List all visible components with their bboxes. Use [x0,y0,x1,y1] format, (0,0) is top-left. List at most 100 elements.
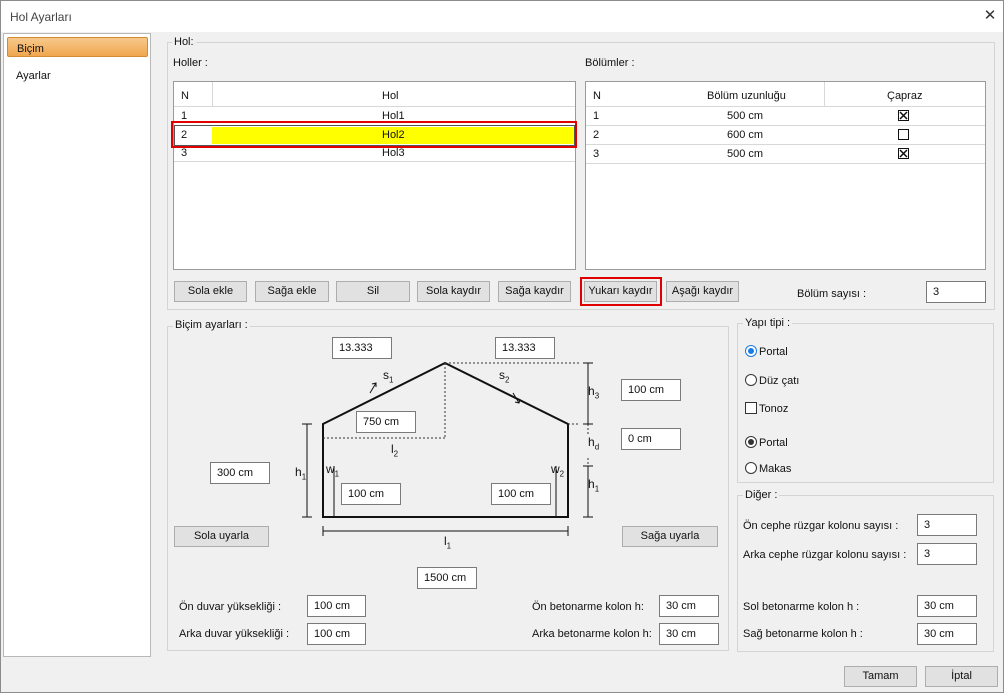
l1-sub: 1 [446,541,452,551]
w2-sub: 2 [559,469,565,479]
portal-structure-radio-label: Portal [759,437,788,449]
sol-kolon-input[interactable]: 30 cm [917,595,977,617]
saga-ekle-button[interactable]: Sağa ekle [255,281,329,302]
dialog-window: Hol Ayarları ✕ Biçim Ayarlar Hol: Holler… [0,0,1004,693]
column-divider [824,82,825,106]
on-duvar-label: Ön duvar yüksekliği : [179,601,282,613]
l2-label: l2 [391,442,398,458]
sidebar-item-label: Biçim [17,43,44,55]
s2-sub: 2 [505,375,510,385]
table-row[interactable]: 3 500 cm [586,145,985,164]
row-n: 2 [593,129,600,141]
yapi-tipi-label: Yapı tipi : [743,317,793,329]
holler-label: Holler : [173,57,208,69]
table-row[interactable]: 1 500 cm [586,107,985,126]
duz-cati-radio-label: Düz çatı [759,375,800,387]
h3-input[interactable]: 100 cm [621,379,681,401]
w2-letter: w [551,462,560,476]
saga-kaydir-button[interactable]: Sağa kaydır [498,281,571,302]
column-divider [212,82,213,106]
bolum-sayisi-label: Bölüm sayısı : [797,288,867,300]
asagi-kaydir-button[interactable]: Aşağı kaydır [666,281,739,302]
on-cephe-input[interactable]: 3 [917,514,977,536]
on-kolon-input[interactable]: 30 cm [659,595,719,617]
l1-input[interactable]: 1500 cm [417,567,477,589]
sidebar-item-ayarlar[interactable]: Ayarlar [7,65,148,85]
portal-radio[interactable] [745,345,757,357]
column-header-n: N [593,90,601,102]
h3-label: h3 [588,384,599,400]
bolumler-label: Bölümler : [585,57,635,69]
bolumler-table: N Bölüm uzunluğu Çapraz 1 500 cm 2 600 c… [585,81,986,270]
h1-left-sub: 1 [301,472,307,482]
row-divider [174,161,575,162]
l1-label: l1 [444,534,451,550]
arka-cephe-input[interactable]: 3 [917,543,977,565]
w1-sub: 1 [334,469,340,479]
capraz-checkbox-checked[interactable] [898,110,909,121]
h1-right-label: h1 [588,477,599,493]
hd-label: hd [588,435,599,451]
iptal-button[interactable]: İptal [925,666,998,687]
row-length: 600 cm [727,129,764,141]
s2-label: s2 [499,368,509,384]
makas-radio[interactable] [745,462,757,474]
h1-right-letter: h [588,477,595,491]
row-n: 1 [593,110,600,122]
h1-right-sub: 1 [594,484,600,494]
h3-letter: h [588,384,595,398]
sag-kolon-input[interactable]: 30 cm [917,623,977,645]
tonoz-checkbox[interactable] [745,402,757,414]
l2-input[interactable]: 750 cm [356,411,416,433]
w2-input[interactable]: 100 cm [491,483,551,505]
arka-duvar-label: Arka duvar yüksekliği : [179,628,290,640]
row-length: 500 cm [727,110,764,122]
sola-ekle-button[interactable]: Sola ekle [174,281,247,302]
sil-button[interactable]: Sil [336,281,410,302]
w1-input[interactable]: 100 cm [341,483,401,505]
title-bar: Hol Ayarları ✕ [1,1,1003,32]
selection-highlight-frame [171,121,577,148]
on-cephe-label: Ön cephe rüzgar kolonu sayısı : [743,520,899,532]
column-header-bolum-uzunlugu: Bölüm uzunluğu [707,90,786,102]
tamam-button[interactable]: Tamam [844,666,917,687]
hd-letter: h [588,435,595,449]
sag-kolon-label: Sağ betonarme kolon h : [743,628,863,640]
arka-duvar-input[interactable]: 100 cm [307,623,366,645]
makas-radio-label: Makas [759,463,792,475]
capraz-checkbox-checked[interactable] [898,148,909,159]
row-hol-name: Hol3 [382,147,405,159]
table-row[interactable]: 2 600 cm [586,126,985,145]
row-length: 500 cm [727,148,764,160]
portal-structure-radio[interactable] [745,436,757,448]
s2-input[interactable]: 13.333 [495,337,555,359]
arka-kolon-label: Arka betonarme kolon h: [532,628,652,640]
holler-table: N Hol 1 Hol1 2 Hol2 3 Hol3 [173,81,576,270]
duz-cati-radio[interactable] [745,374,757,386]
sidebar-item-label: Ayarlar [16,70,51,82]
on-kolon-label: Ön betonarme kolon h: [532,601,644,613]
arka-kolon-input[interactable]: 30 cm [659,623,719,645]
capraz-checkbox-unchecked[interactable] [898,129,909,140]
hd-input[interactable]: 0 cm [621,428,681,450]
sidebar: Biçim Ayarlar [3,33,151,657]
diger-label: Diğer : [743,489,780,501]
bolum-sayisi-input[interactable]: 3 [926,281,986,303]
l2-sub: 2 [393,449,399,459]
hd-sub: d [594,442,600,452]
portal-radio-label: Portal [759,346,788,358]
h1-left-label: h1 [295,465,306,481]
sidebar-item-bicim[interactable]: Biçim [7,37,148,57]
sola-uyarla-button[interactable]: Sola uyarla [174,526,269,547]
s1-label: s1 [383,368,393,384]
row-n: 3 [593,148,600,160]
s1-input[interactable]: 13.333 [332,337,392,359]
h1-input[interactable]: 300 cm [210,462,270,484]
close-icon[interactable]: ✕ [979,5,1001,27]
saga-uyarla-button[interactable]: Sağa uyarla [622,526,718,547]
on-duvar-input[interactable]: 100 cm [307,595,366,617]
sola-kaydir-button[interactable]: Sola kaydır [417,281,490,302]
h1-left-letter: h [295,465,302,479]
w1-letter: w [326,462,335,476]
arka-cephe-label: Arka cephe rüzgar kolonu sayısı : [743,549,907,561]
